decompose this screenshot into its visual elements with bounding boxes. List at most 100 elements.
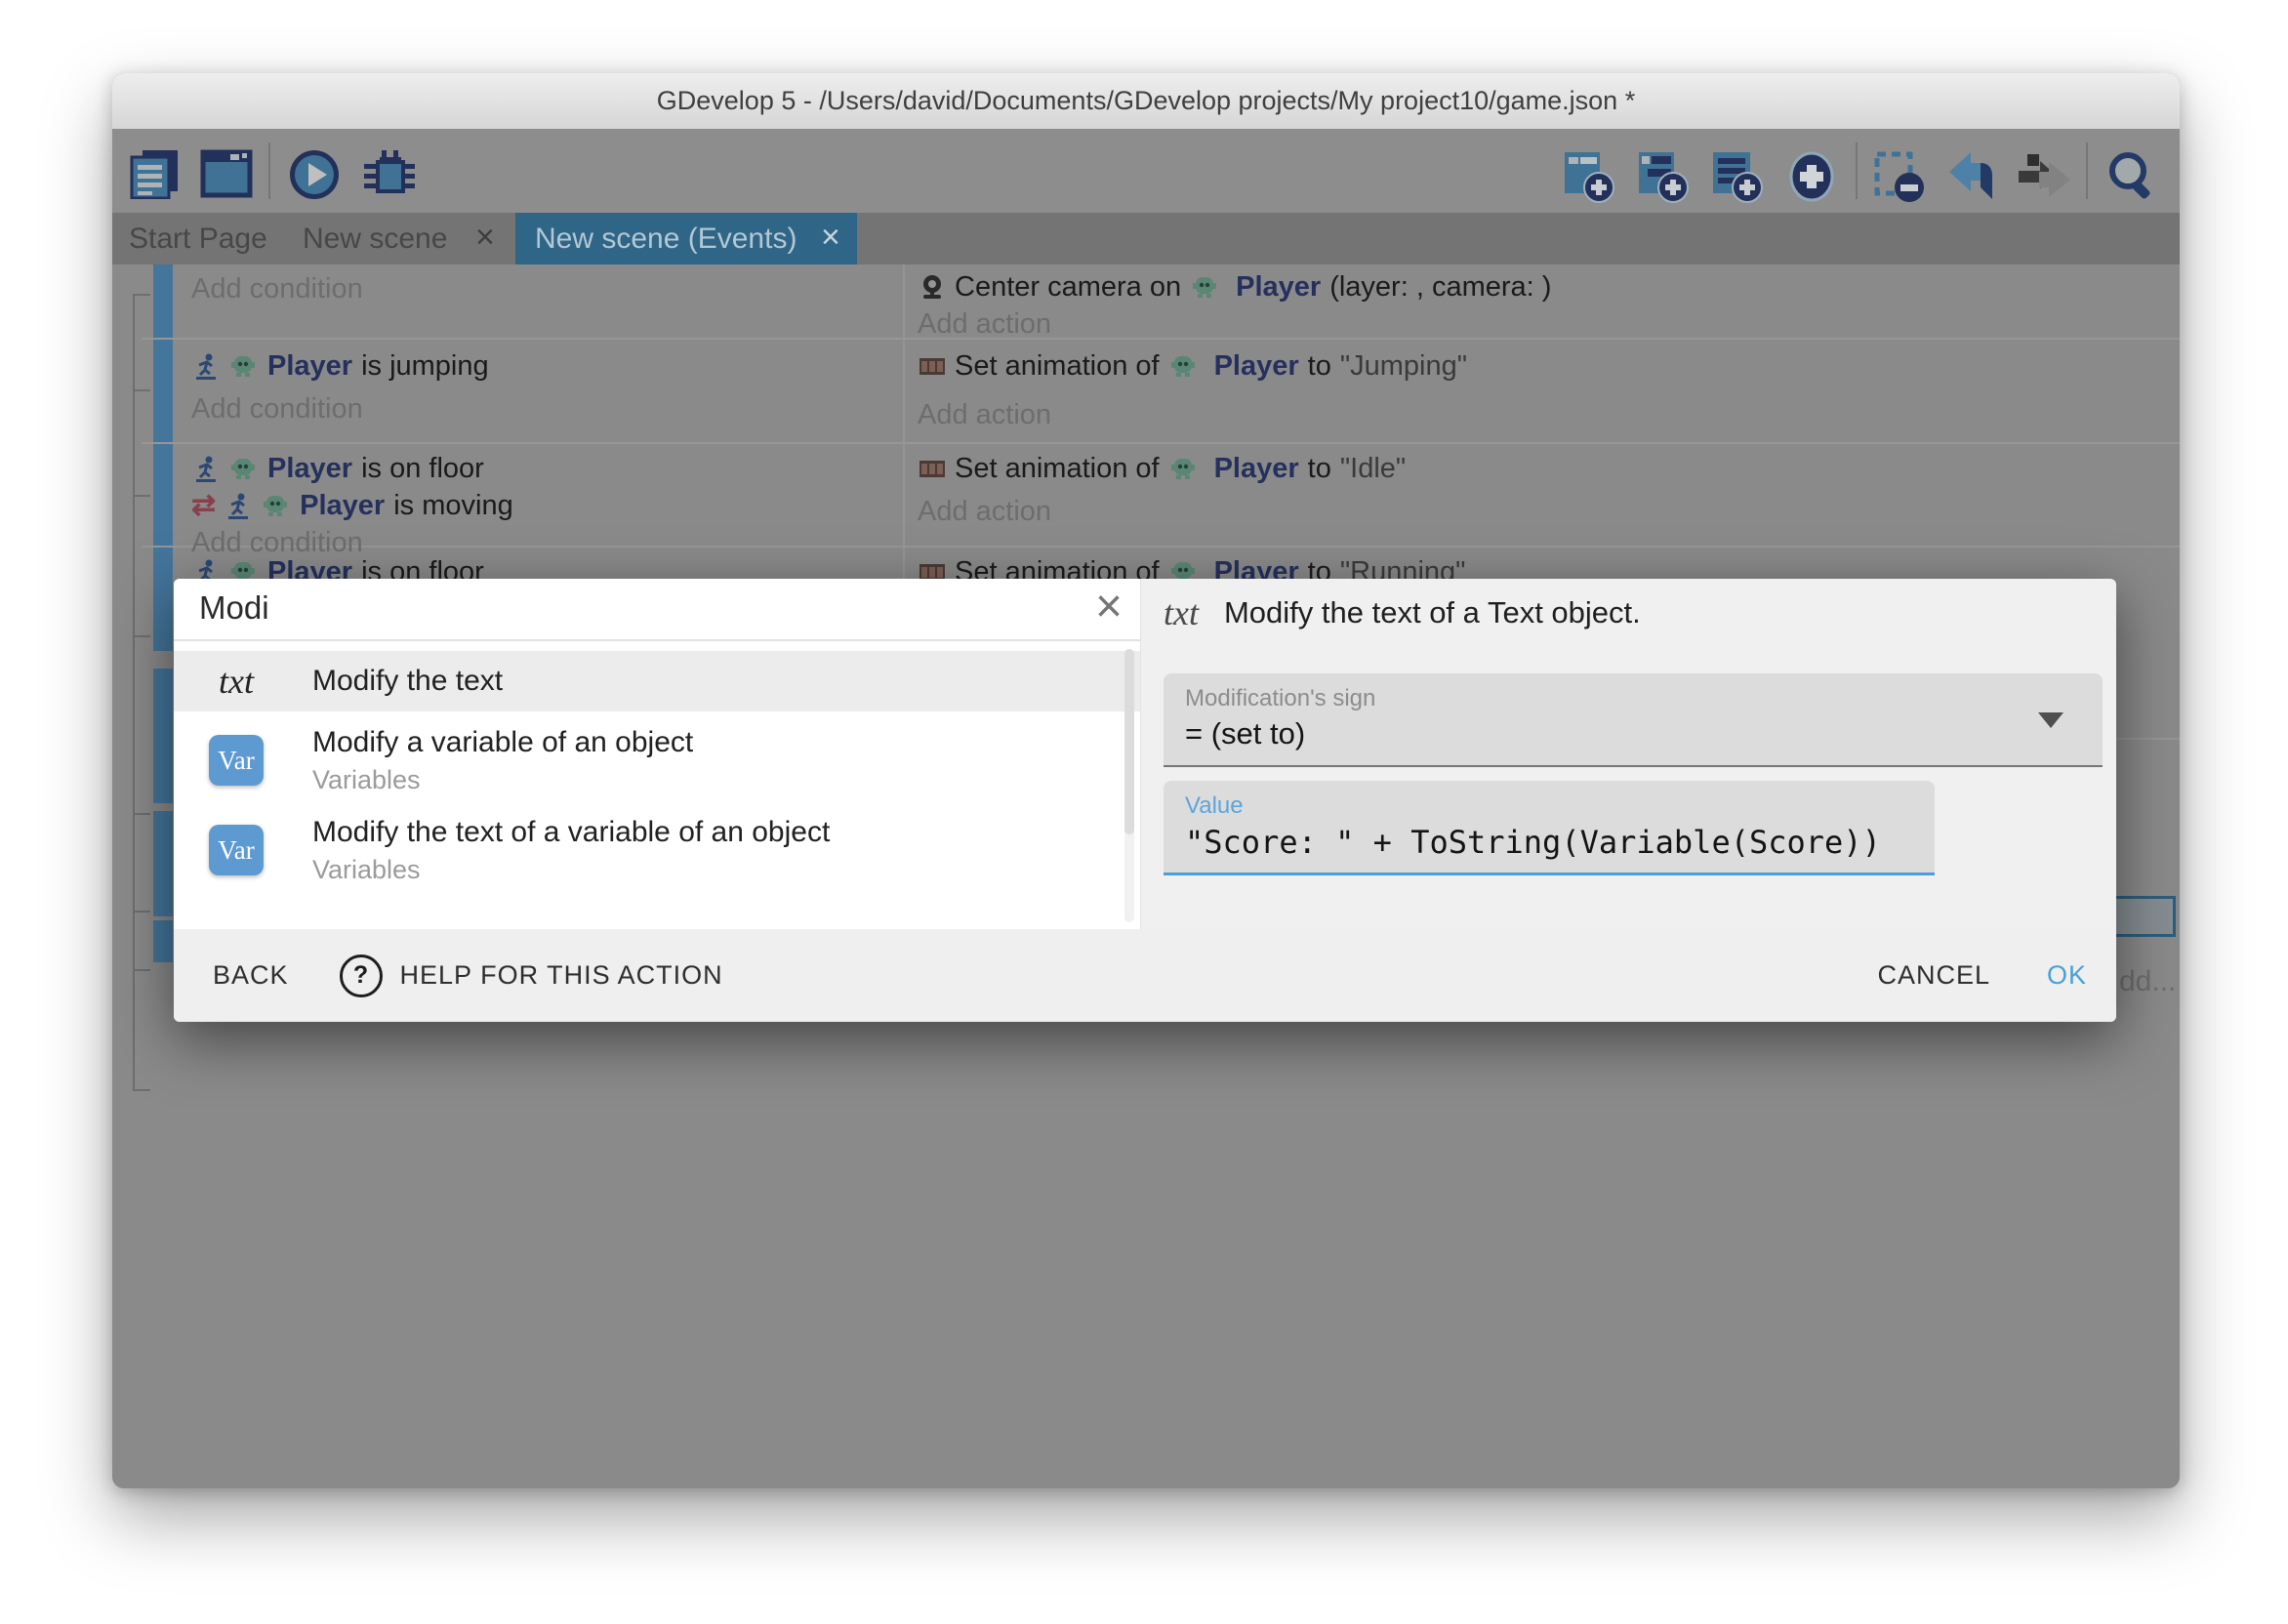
tab-new-scene-events-label: New scene (Events) xyxy=(535,213,797,264)
help-button[interactable]: ? HELP FOR THIS ACTION xyxy=(340,954,723,997)
list-item-modify-the-text[interactable]: txt Modify the text xyxy=(174,651,1140,711)
dialog-actions-bar: BACK ? HELP FOR THIS ACTION CANCEL OK xyxy=(174,929,2116,1022)
tab-start-page[interactable]: Start Page xyxy=(129,213,267,264)
action-title: Modify the text of a Text object. xyxy=(1224,595,1641,630)
toolbar-divider xyxy=(2086,142,2088,199)
event-color-bar xyxy=(153,669,173,803)
search-input[interactable]: Modi xyxy=(199,579,269,639)
object-name: Player xyxy=(267,350,352,383)
camera-icon xyxy=(918,272,947,302)
action-editor-dialog: Modi × txt Modify the text Var Modify a … xyxy=(174,579,2116,1022)
event-row[interactable]: Player is on floor ⇄ Player is moving Ad… xyxy=(142,444,2180,548)
value-expression[interactable]: "Score: " + ToString(Variable(Score)) xyxy=(1185,824,1881,861)
list-item-label: Modify the text of a variable of an obje… xyxy=(312,816,830,849)
add-action-button[interactable]: Add action xyxy=(918,396,2180,433)
action-text: Center camera on xyxy=(955,271,1181,304)
close-icon[interactable]: × xyxy=(1095,579,1123,639)
search-bar[interactable]: Modi × xyxy=(174,579,1140,641)
add-circle-icon[interactable] xyxy=(1783,148,1840,210)
txt-icon: txt xyxy=(209,661,264,702)
action-config-pane: txt Modify the text of a Text object. Mo… xyxy=(1150,579,2116,929)
list-item-group: Variables xyxy=(312,765,693,795)
add-condition-button[interactable]: Add condition xyxy=(191,390,903,427)
cancel-button[interactable]: CANCEL xyxy=(1877,960,1990,991)
action-header: txt Modify the text of a Text object. xyxy=(1164,592,1641,633)
action-params: (layer: , camera: ) xyxy=(1329,271,1551,304)
focused-field-outline[interactable] xyxy=(2113,896,2176,937)
add-action-button[interactable]: Add action xyxy=(918,305,2180,343)
condition-text: is moving xyxy=(393,490,513,522)
move-arrows-icon: ⇄ xyxy=(191,491,216,520)
toolbar xyxy=(112,129,2180,213)
action-text: Set animation of xyxy=(955,350,1160,383)
platformer-runner-icon xyxy=(191,351,221,381)
event-bracket xyxy=(133,911,150,913)
event-row[interactable]: Add condition Center camera on Player (l… xyxy=(142,264,2180,340)
undo-icon[interactable] xyxy=(1945,148,2002,210)
chevron-down-icon xyxy=(2038,712,2063,728)
platformer-runner-icon xyxy=(191,454,221,483)
event-row-divider xyxy=(2115,738,2180,740)
var-icon: Var xyxy=(209,735,264,786)
ok-button[interactable]: OK xyxy=(2047,960,2087,991)
player-object-icon xyxy=(1168,351,1198,381)
toolbar-divider xyxy=(1856,142,1858,199)
add-comment-icon[interactable] xyxy=(1709,148,1766,210)
condition-on-floor[interactable]: Player is on floor xyxy=(191,450,903,487)
tab-new-scene[interactable]: New scene xyxy=(303,213,447,264)
preview-play-icon[interactable] xyxy=(288,148,341,206)
event-bracket xyxy=(133,1089,150,1091)
action-search-pane: Modi × txt Modify the text Var Modify a … xyxy=(174,579,1141,929)
event-bracket xyxy=(133,969,150,971)
action-list: txt Modify the text Var Modify a variabl… xyxy=(174,641,1140,929)
player-object-icon xyxy=(1190,272,1219,302)
add-action-button[interactable]: Add action xyxy=(918,493,2180,530)
list-item-modify-text-of-variable[interactable]: Var Modify the text of a variable of an … xyxy=(174,811,1140,889)
project-manager-icon[interactable] xyxy=(126,148,183,204)
event-color-bar xyxy=(153,920,173,962)
event-row[interactable]: Player is jumping Add condition Set anim… xyxy=(142,340,2180,444)
action-text: Set animation of xyxy=(955,453,1160,485)
modification-sign-select[interactable]: Modification's sign = (set to) xyxy=(1164,673,2103,767)
event-bracket xyxy=(133,813,150,815)
condition-is-jumping[interactable]: Player is jumping xyxy=(191,347,903,385)
event-color-bar xyxy=(153,444,173,546)
player-object-icon xyxy=(228,351,258,381)
condition-is-moving[interactable]: ⇄ Player is moving xyxy=(191,487,903,524)
action-set-animation[interactable]: Set animation of Player to "Idle" xyxy=(918,450,2180,487)
add-condition-button[interactable]: Add condition xyxy=(191,270,903,307)
back-button[interactable]: BACK xyxy=(213,960,289,991)
search-icon[interactable] xyxy=(2104,148,2160,210)
tab-bar: Start Page New scene × New scene (Events… xyxy=(112,213,2180,264)
var-icon: Var xyxy=(209,825,264,875)
add-event-icon[interactable] xyxy=(1561,148,1617,210)
event-color-bar xyxy=(153,340,173,442)
txt-icon: txt xyxy=(1164,592,1199,633)
action-set-animation[interactable]: Set animation of Player to "Jumping" xyxy=(918,347,2180,385)
animation-filmstrip-icon xyxy=(918,454,947,483)
remove-event-icon[interactable] xyxy=(1871,148,1928,210)
tab-new-scene-events[interactable]: New scene (Events) × xyxy=(515,213,857,264)
tab-new-scene-close-icon[interactable]: × xyxy=(475,213,495,264)
scene-editor-icon[interactable] xyxy=(198,148,255,204)
action-value: "Idle" xyxy=(1340,453,1406,485)
value-input-field[interactable]: Value "Score: " + ToString(Variable(Scor… xyxy=(1164,781,1935,875)
list-scrollbar[interactable] xyxy=(1124,649,1134,922)
list-item-group: Variables xyxy=(312,855,830,885)
object-name: Player xyxy=(1236,271,1321,304)
list-item-label: Modify the text xyxy=(312,665,503,698)
object-name: Player xyxy=(267,453,352,485)
redo-icon[interactable] xyxy=(2018,148,2074,210)
object-name: Player xyxy=(1214,453,1299,485)
debug-icon[interactable] xyxy=(356,148,415,206)
list-item-modify-variable[interactable]: Var Modify a variable of an object Varia… xyxy=(174,721,1140,799)
app-window: GDevelop 5 - /Users/david/Documents/GDev… xyxy=(112,73,2180,1488)
tab-new-scene-events-close-icon[interactable]: × xyxy=(821,213,840,264)
add-subevent-icon[interactable] xyxy=(1635,148,1692,210)
screenshot-canvas: GDevelop 5 - /Users/david/Documents/GDev… xyxy=(0,0,2288,1624)
truncated-add-text: dd... xyxy=(2119,965,2176,998)
action-value: "Jumping" xyxy=(1340,350,1467,383)
action-center-camera[interactable]: Center camera on Player (layer: , camera… xyxy=(918,268,2180,305)
question-mark-icon: ? xyxy=(340,954,383,997)
player-object-icon xyxy=(228,454,258,483)
